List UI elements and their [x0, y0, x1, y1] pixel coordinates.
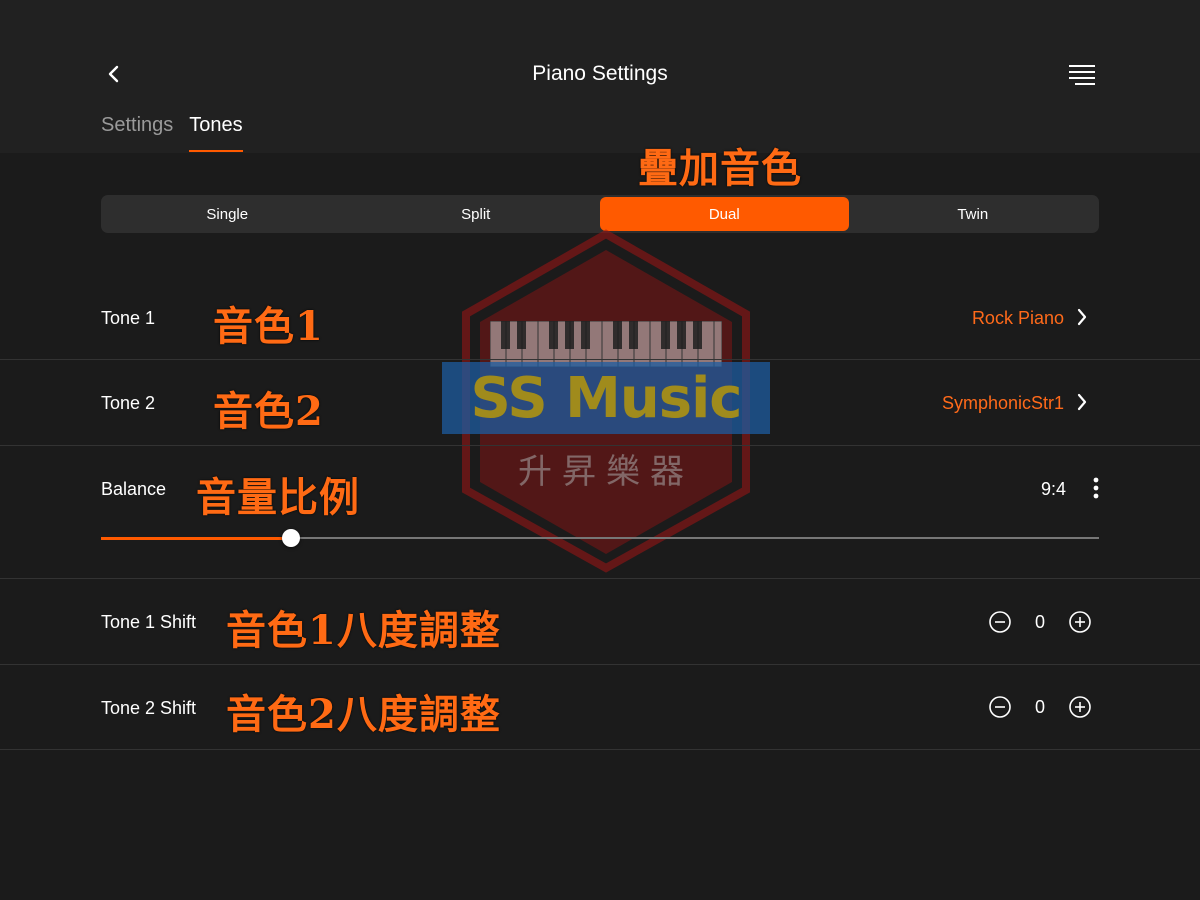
chevron-right-icon — [1077, 308, 1087, 326]
balance-row: Balance 9:4 — [0, 446, 1200, 579]
tone2-shift-value: 0 — [1034, 697, 1045, 717]
balance-slider[interactable] — [101, 529, 1099, 547]
tone2-shift-increment-button[interactable] — [1068, 695, 1092, 719]
plus-circle-icon — [1069, 611, 1091, 633]
tone2-shift-decrement-button[interactable] — [988, 695, 1012, 719]
mode-single-button[interactable]: Single — [103, 197, 352, 231]
balance-label: Balance — [101, 479, 167, 499]
minus-circle-icon — [989, 611, 1011, 633]
tab-settings[interactable]: Settings — [101, 114, 173, 152]
annotation-tone1-shift: 音色1八度調整 — [226, 607, 501, 654]
tone1-shift-increment-button[interactable] — [1068, 610, 1092, 634]
tone1-shift-row: Tone 1 Shift 0 — [0, 579, 1200, 665]
hamburger-menu-icon — [1069, 65, 1095, 85]
tone1-shift-decrement-button[interactable] — [988, 610, 1012, 634]
tone2-label: Tone 2 — [101, 393, 156, 413]
balance-slider-fill — [101, 536, 291, 540]
header: Piano Settings Settings Tones — [0, 0, 1200, 153]
tone2-row[interactable]: Tone 2 SymphonicStr1 — [0, 360, 1200, 446]
chevron-right-icon — [1077, 393, 1087, 411]
balance-slider-thumb[interactable] — [281, 529, 300, 547]
annotation-balance: 音量比例 — [196, 474, 360, 521]
app-root: Piano Settings Settings Tones 疊加音色 Singl… — [0, 0, 1200, 900]
mode-segmented-control: Single Split Dual Twin — [101, 195, 1099, 233]
annotation-tone1: 音色1 — [213, 303, 324, 350]
menu-button[interactable] — [1064, 60, 1100, 88]
tone1-row[interactable]: Tone 1 Rock Piano — [0, 275, 1200, 360]
kebab-menu-icon — [1093, 477, 1099, 499]
mode-dual-button[interactable]: Dual — [600, 197, 849, 231]
tab-tones[interactable]: Tones — [189, 114, 243, 152]
tone2-value: SymphonicStr1 — [941, 393, 1064, 413]
tone2-shift-row: Tone 2 Shift 0 — [0, 665, 1200, 750]
tone2-shift-label: Tone 2 Shift — [101, 698, 197, 718]
tone1-chevron[interactable] — [1072, 305, 1092, 329]
balance-options-button[interactable] — [1084, 474, 1108, 502]
minus-circle-icon — [989, 696, 1011, 718]
mode-twin-button[interactable]: Twin — [849, 197, 1098, 231]
annotation-tone2-shift: 音色2八度調整 — [226, 691, 501, 738]
mode-split-button[interactable]: Split — [352, 197, 601, 231]
tone2-chevron[interactable] — [1072, 390, 1092, 414]
tone1-label: Tone 1 — [101, 308, 156, 328]
tone1-value: Rock Piano — [971, 308, 1064, 328]
annotation-tone2: 音色2 — [213, 388, 324, 435]
tone1-shift-value: 0 — [1034, 612, 1045, 632]
annotation-dual: 疊加音色 — [638, 145, 802, 192]
plus-circle-icon — [1069, 696, 1091, 718]
tab-bar: Settings Tones — [101, 114, 243, 152]
tone1-shift-label: Tone 1 Shift — [101, 612, 197, 632]
balance-value: 9:4 — [1041, 479, 1067, 499]
page-title: Piano Settings — [532, 62, 668, 85]
